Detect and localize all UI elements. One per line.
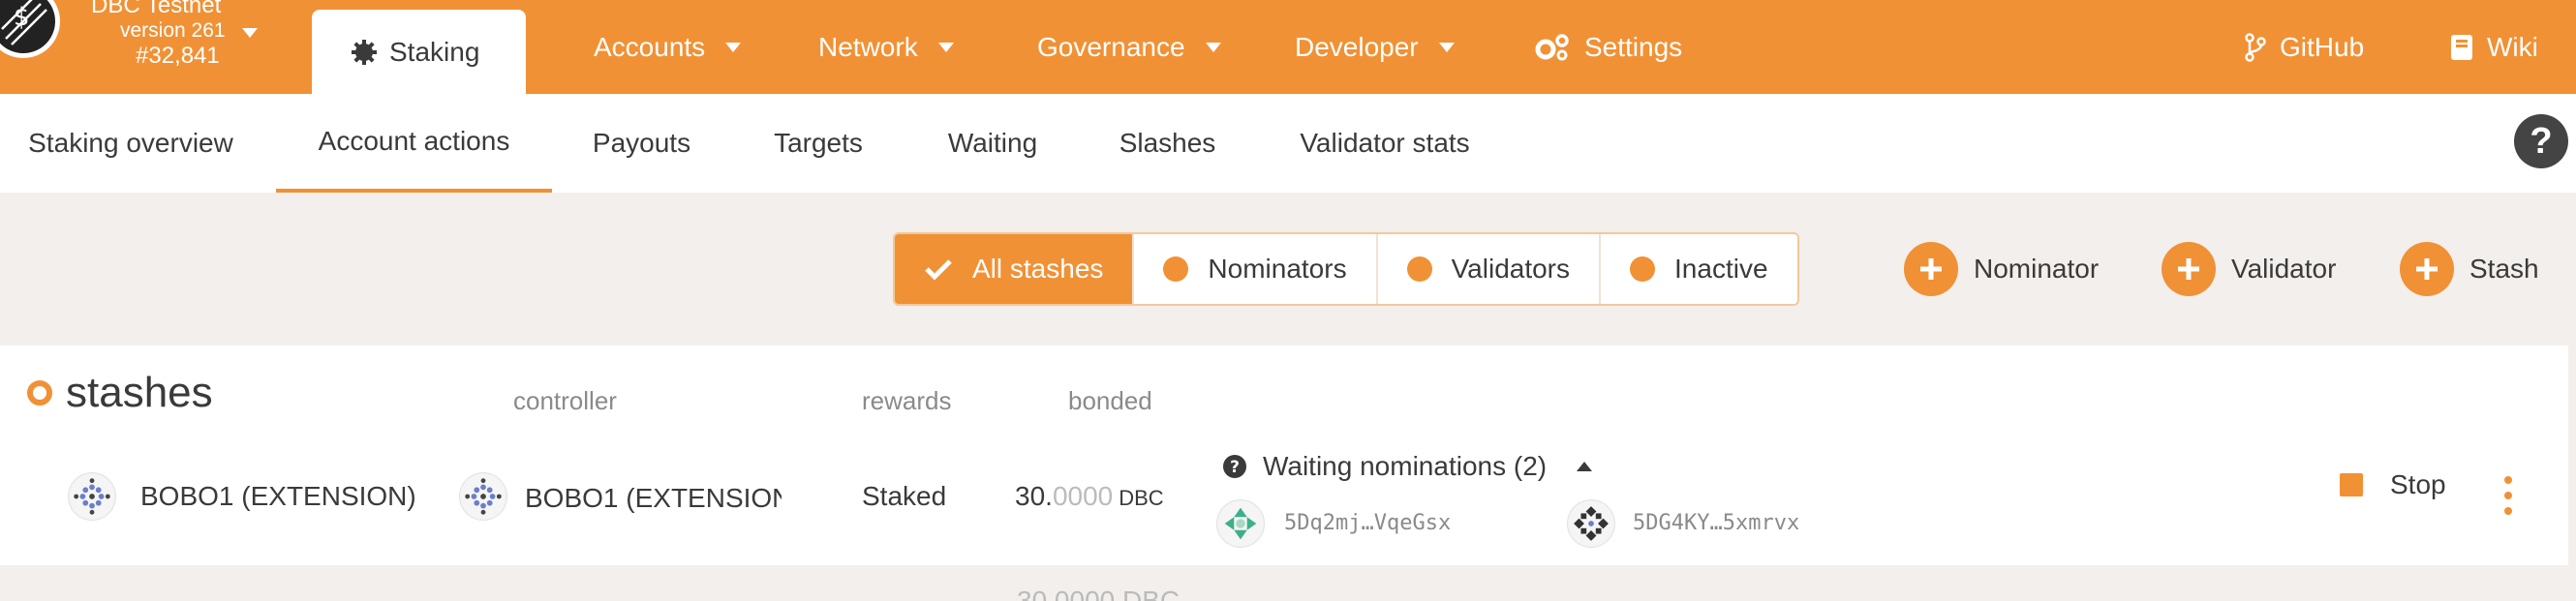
github-link[interactable]: GitHub xyxy=(2245,0,2364,94)
next-row-bonded-amount: 30.0000 DBC xyxy=(1017,586,1181,601)
staking-gear-icon xyxy=(352,39,377,65)
column-header-bonded: bonded xyxy=(1068,386,1152,415)
plus-icon xyxy=(2400,242,2454,296)
top-navigation-bar: $ DBC Testnet version 261 #32,841 Stakin… xyxy=(0,0,2576,94)
nav-network[interactable]: Network xyxy=(818,0,955,94)
bonded-decimals: 0000 xyxy=(1052,481,1114,511)
nav-accounts[interactable]: Accounts xyxy=(594,0,742,94)
table-title-label: stashes xyxy=(66,369,213,416)
add-stash-button[interactable]: Stash xyxy=(2400,242,2539,296)
best-block-number: #32,841 xyxy=(136,43,220,69)
help-icon[interactable]: ? xyxy=(2514,114,2568,168)
cogs-icon xyxy=(1535,33,1569,60)
chevron-down-icon xyxy=(1205,42,1221,52)
nav-developer[interactable]: Developer xyxy=(1295,0,1456,94)
filter-nominators[interactable]: Nominators xyxy=(1134,234,1378,304)
stash-account-name[interactable]: BOBO1 (EXTENSION) xyxy=(140,481,416,512)
add-nominator-button[interactable]: Nominator xyxy=(1904,242,2099,296)
stash-identicon-icon[interactable] xyxy=(68,472,116,521)
rewards-destination: Staked xyxy=(862,481,947,511)
stop-label: Stop xyxy=(2390,469,2446,499)
nav-settings[interactable]: Settings xyxy=(1534,0,1682,94)
nav-governance[interactable]: Governance xyxy=(1037,0,1222,94)
book-icon xyxy=(2451,34,2472,60)
stash-status-icon xyxy=(27,380,52,406)
chevron-down-icon xyxy=(1438,42,1455,52)
tab-waiting[interactable]: Waiting xyxy=(930,94,1056,193)
nav-tab-staking-label: Staking xyxy=(389,36,480,67)
chevron-down-icon xyxy=(937,42,954,52)
nav-tab-staking[interactable]: Staking xyxy=(312,10,526,94)
radio-dot-icon xyxy=(1163,256,1189,282)
table-title: stashes xyxy=(27,369,213,417)
staking-subtabs: Staking overview Account actions Payouts… xyxy=(0,94,2576,193)
stop-nominating-button[interactable]: Stop xyxy=(2340,469,2446,500)
nav-accounts-label: Accounts xyxy=(594,31,706,62)
nav-governance-label: Governance xyxy=(1037,31,1185,62)
svg-text:$: $ xyxy=(14,3,30,32)
filter-inactive-label: Inactive xyxy=(1674,254,1768,284)
plus-icon xyxy=(2162,242,2216,296)
row-divider xyxy=(0,565,2568,568)
more-options-icon[interactable] xyxy=(2500,476,2516,515)
plus-icon xyxy=(1904,242,1958,296)
tab-targets[interactable]: Targets xyxy=(755,94,881,193)
chevron-up-icon xyxy=(1577,462,1593,471)
nav-developer-label: Developer xyxy=(1295,31,1419,62)
wiki-label: Wiki xyxy=(2487,31,2538,62)
filter-all-stashes-label: All stashes xyxy=(972,254,1104,284)
nominee-identicon-icon[interactable] xyxy=(1567,499,1615,548)
chain-name[interactable]: DBC Testnet xyxy=(91,0,221,19)
nominee-address[interactable]: 5DG4KY…5xmrvx xyxy=(1633,511,1799,535)
code-branch-icon xyxy=(2245,32,2266,62)
radio-dot-icon xyxy=(1630,256,1656,282)
check-icon xyxy=(925,259,952,281)
add-nominator-label: Nominator xyxy=(1974,254,2100,284)
tab-staking-overview[interactable]: Staking overview xyxy=(0,94,261,193)
column-header-rewards: rewards xyxy=(862,386,952,415)
tab-payouts[interactable]: Payouts xyxy=(562,94,721,193)
filter-inactive[interactable]: Inactive xyxy=(1601,234,1797,304)
nav-settings-label: Settings xyxy=(1584,31,1683,62)
nominations-expander[interactable]: ? Waiting nominations (2) xyxy=(1222,451,1593,482)
bonded-amount: 30.0000 DBC xyxy=(1015,481,1164,512)
column-header-controller: controller xyxy=(513,386,617,415)
chevron-down-icon xyxy=(725,42,742,52)
stop-icon xyxy=(2340,473,2363,496)
wiki-link[interactable]: Wiki xyxy=(2450,0,2538,94)
filter-nominators-label: Nominators xyxy=(1208,254,1347,284)
tab-validator-stats[interactable]: Validator stats xyxy=(1283,94,1487,193)
stash-filter-toggle: All stashes Nominators Validators Inacti… xyxy=(893,232,1799,306)
question-circle-icon: ? xyxy=(1223,455,1246,478)
chevron-down-icon[interactable] xyxy=(240,26,260,40)
add-stash-label: Stash xyxy=(2469,254,2539,284)
add-validator-label: Validator xyxy=(2231,254,2337,284)
nominee-address[interactable]: 5Dq2mj…VqeGsx xyxy=(1284,511,1451,535)
chain-logo-icon[interactable]: $ xyxy=(0,0,64,74)
nav-network-label: Network xyxy=(818,31,918,62)
bonded-integer: 30. xyxy=(1015,481,1053,511)
controller-account-name[interactable]: BOBO1 (EXTENSION xyxy=(525,483,782,514)
tab-slashes[interactable]: Slashes xyxy=(1107,94,1228,193)
filter-validators[interactable]: Validators xyxy=(1377,234,1602,304)
chain-version[interactable]: version 261 xyxy=(120,19,226,43)
nominations-label: Waiting nominations (2) xyxy=(1263,451,1548,481)
tab-account-actions[interactable]: Account actions xyxy=(276,94,552,193)
svg-text:?: ? xyxy=(1230,458,1240,477)
filter-all-stashes[interactable]: All stashes xyxy=(895,234,1135,304)
nominee-identicon-icon[interactable] xyxy=(1216,499,1265,548)
radio-dot-icon xyxy=(1406,256,1432,282)
add-validator-button[interactable]: Validator xyxy=(2162,242,2336,296)
filter-validators-label: Validators xyxy=(1451,254,1571,284)
bonded-unit: DBC xyxy=(1119,486,1164,510)
github-label: GitHub xyxy=(2280,31,2365,62)
controller-identicon-icon[interactable] xyxy=(459,472,507,521)
